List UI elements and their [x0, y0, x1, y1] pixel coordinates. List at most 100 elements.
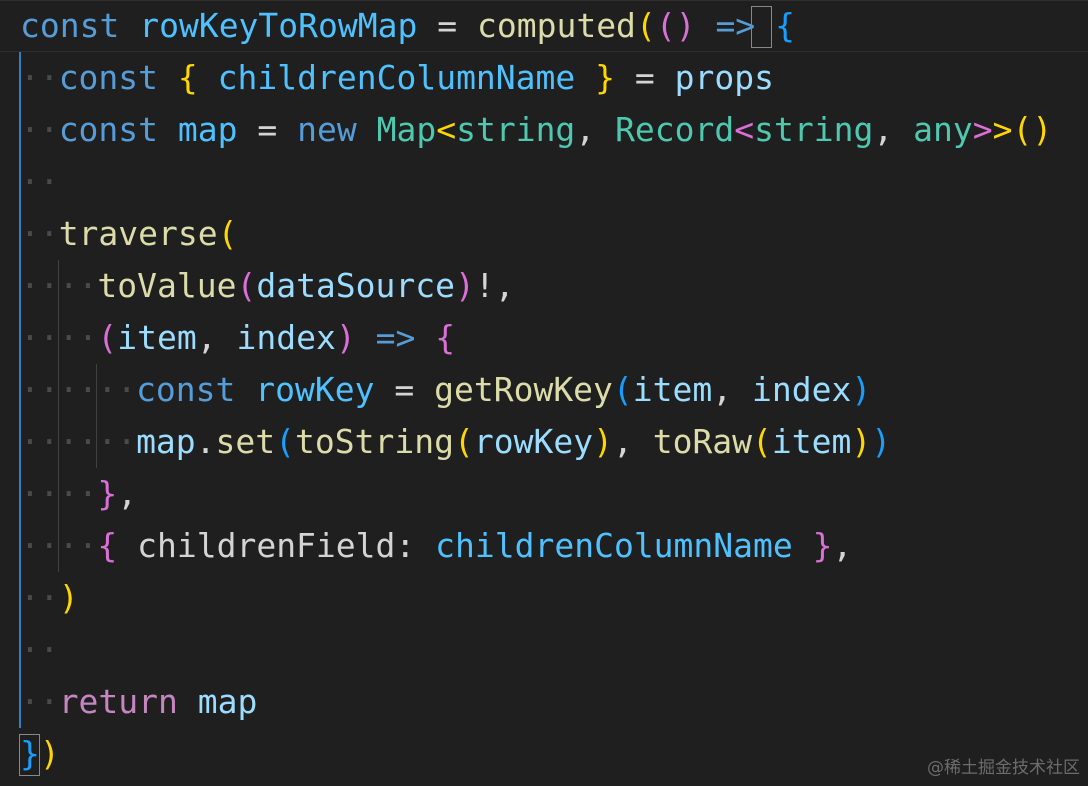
- code-token: }: [97, 474, 118, 513]
- indent-whitespace: ····: [20, 526, 98, 565]
- code-token: ,: [196, 318, 237, 357]
- code-token: childrenColumnName: [435, 526, 793, 565]
- code-token: ): [851, 422, 872, 461]
- code-token: <: [436, 110, 457, 149]
- code-token: ): [58, 578, 79, 617]
- code-line: ····{ childrenField: childrenColumnName …: [20, 520, 852, 572]
- code-token: rowKey: [473, 422, 594, 461]
- indent-whitespace: ··: [20, 630, 60, 669]
- code-token: ): [455, 266, 475, 305]
- code-token: (): [655, 6, 696, 45]
- code-token: ,: [712, 370, 753, 409]
- code-line: ··const { childrenColumnName } = props: [20, 52, 774, 104]
- code-token: Map: [376, 110, 437, 149]
- indent-whitespace: ······: [20, 422, 137, 461]
- code-token: (: [275, 422, 296, 461]
- code-token: computed: [476, 6, 636, 45]
- code-token: {: [177, 58, 198, 97]
- code-line: ······map.set(toString(rowKey), toRaw(it…: [20, 416, 891, 468]
- code-editor[interactable]: const rowKeyToRowMap = computed(() => {·…: [0, 0, 1088, 786]
- code-token: item: [771, 422, 852, 461]
- code-token: =: [237, 110, 298, 149]
- indent-whitespace: ··: [20, 214, 60, 253]
- indent-whitespace: ··: [20, 58, 60, 97]
- code-token: item: [632, 370, 713, 409]
- code-token: =: [417, 6, 477, 45]
- indent-whitespace: ····: [20, 266, 98, 305]
- code-line: ····(item, index) => {: [20, 312, 455, 364]
- code-token: >: [992, 110, 1013, 149]
- code-line: ······const rowKey = getRowKey(item, ind…: [20, 364, 871, 416]
- code-token: const: [20, 6, 120, 45]
- code-token: {: [97, 526, 118, 565]
- code-token: ): [871, 422, 892, 461]
- code-token: new: [297, 110, 357, 149]
- code-token: (: [635, 6, 656, 45]
- code-token: !,: [474, 266, 515, 305]
- code-token: set: [215, 422, 276, 461]
- code-token: childrenField:: [117, 526, 436, 565]
- code-line: ··traverse(: [20, 208, 238, 260]
- code-token: ): [335, 318, 356, 357]
- code-line: ····},: [20, 468, 137, 520]
- code-token: (: [217, 214, 238, 253]
- code-token: >: [972, 110, 993, 149]
- code-line: ··: [20, 156, 59, 208]
- code-token: =: [615, 58, 675, 97]
- code-token: toValue: [97, 266, 237, 305]
- code-token: =>: [715, 6, 756, 45]
- code-token: (: [453, 422, 474, 461]
- indent-whitespace: ··: [20, 682, 60, 721]
- code-token: ,: [832, 526, 853, 565]
- code-token: =: [374, 370, 435, 409]
- code-token: index: [236, 318, 336, 357]
- code-token: .: [195, 422, 216, 461]
- code-token: childrenColumnName: [217, 58, 576, 97]
- indent-whitespace: ··: [20, 578, 60, 617]
- code-token: rowKeyToRowMap: [139, 6, 418, 45]
- code-token: }: [595, 58, 616, 97]
- code-token: toString: [295, 422, 454, 461]
- code-token: string: [754, 110, 874, 149]
- code-token: const: [58, 110, 159, 149]
- code-token: string: [456, 110, 576, 149]
- code-token: traverse: [58, 214, 218, 253]
- code-token: <: [734, 110, 755, 149]
- code-token: index: [752, 370, 852, 409]
- code-line: const rowKeyToRowMap = computed(() => {: [20, 0, 795, 52]
- code-line: ··return map: [20, 676, 257, 728]
- code-line: ··const map = new Map<string, Record<str…: [20, 104, 1052, 156]
- code-token: (: [97, 318, 118, 357]
- code-token: toRaw: [652, 422, 753, 461]
- code-token: ,: [117, 474, 138, 513]
- indent-whitespace: ··: [20, 110, 60, 149]
- indent-whitespace: ····: [20, 318, 98, 357]
- code-token: (: [752, 422, 772, 461]
- code-line: ····toValue(dataSource)!,: [20, 260, 515, 312]
- code-token: ,: [873, 110, 914, 149]
- code-token: map: [136, 422, 196, 461]
- watermark: @稀土掘金技术社区: [927, 758, 1080, 778]
- code-token: (: [612, 370, 633, 409]
- code-token: ,: [575, 110, 616, 149]
- bracket-match-open-highlight: [751, 6, 772, 48]
- code-token: return: [58, 682, 178, 721]
- code-token: const: [58, 58, 159, 97]
- bracket-match-close-highlight: [19, 734, 40, 776]
- code-token: map: [197, 682, 258, 721]
- code-token: dataSource: [256, 266, 456, 305]
- code-token: Record: [615, 110, 735, 149]
- code-token: item: [117, 318, 197, 357]
- code-token: {: [435, 318, 456, 357]
- indent-whitespace: ····: [20, 474, 98, 513]
- code-token: getRowKey: [434, 370, 613, 409]
- code-token: ): [851, 370, 872, 409]
